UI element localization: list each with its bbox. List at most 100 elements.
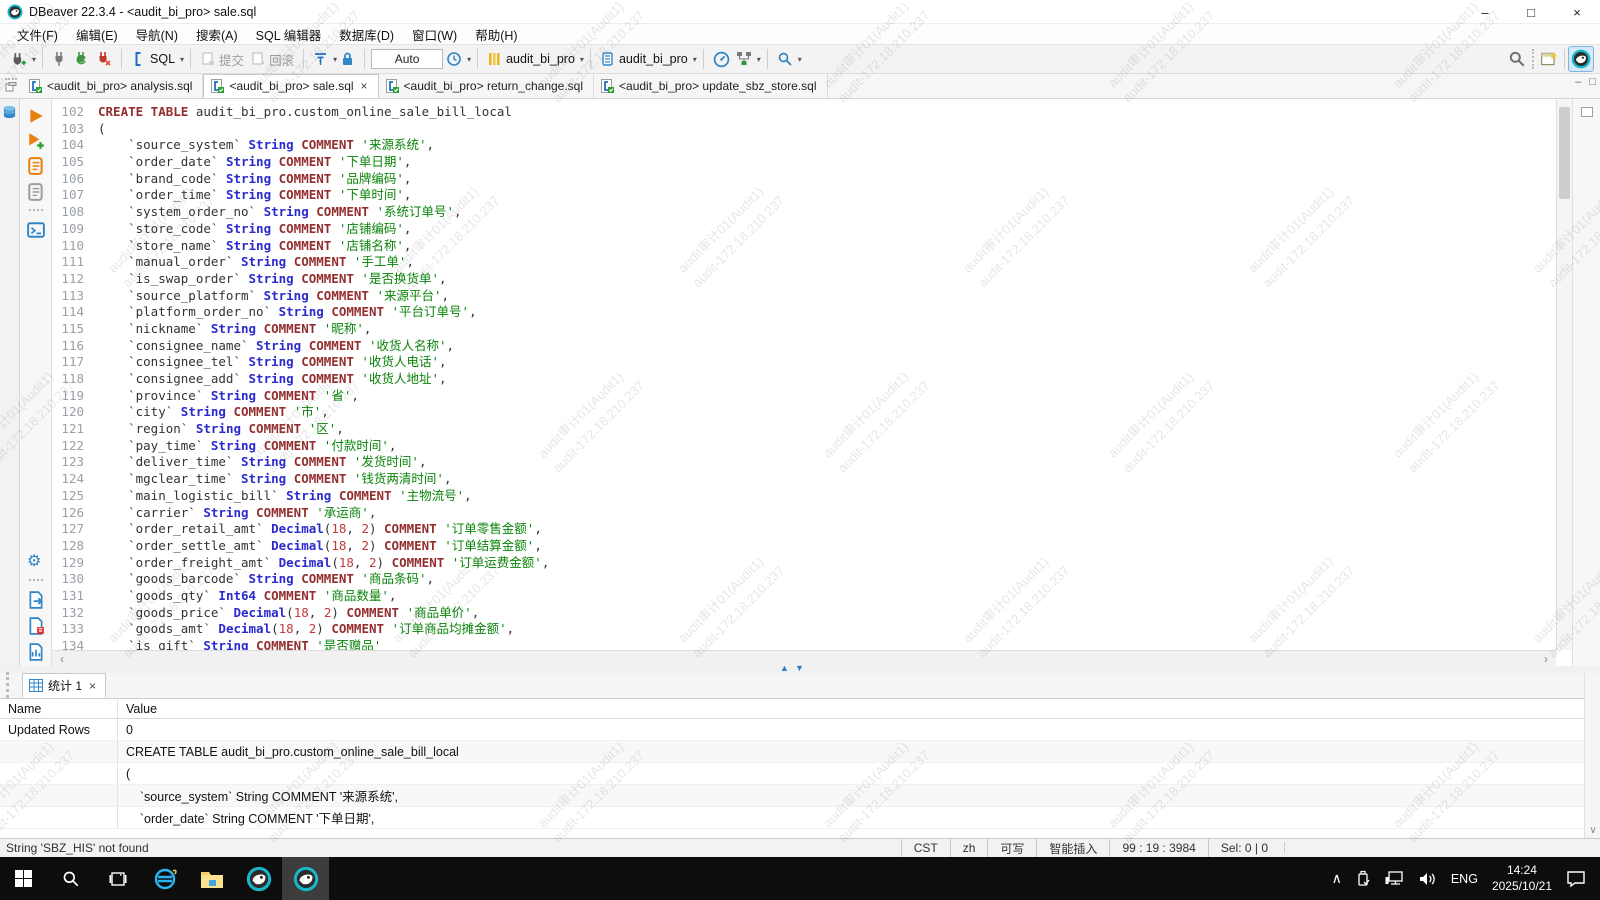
taskbar-clock[interactable]: 14:24 2025/10/21 <box>1492 863 1552 894</box>
connect-button[interactable] <box>49 47 71 71</box>
language-indicator[interactable]: ENG <box>1451 872 1478 886</box>
txn-history-button[interactable] <box>443 47 465 71</box>
schema-selector[interactable]: audit_bi_pro <box>597 47 691 71</box>
results-vertical-scrollbar[interactable]: ∨ <box>1584 673 1600 838</box>
start-button[interactable] <box>0 857 47 900</box>
table-row[interactable]: Updated Rows0 <box>0 719 1584 741</box>
close-icon[interactable]: × <box>361 79 368 93</box>
usb-device-icon[interactable] <box>1356 870 1371 888</box>
table-row[interactable]: CREATE TABLE audit_bi_pro.custom_online_… <box>0 741 1584 763</box>
task-view-button[interactable] <box>94 857 141 900</box>
scrollbar-thumb[interactable] <box>1559 107 1570 199</box>
status-drag-handle[interactable] <box>1284 843 1310 854</box>
execute-new-tab-icon[interactable] <box>27 132 45 150</box>
transaction-log-button[interactable] <box>310 47 331 71</box>
sql-console-icon[interactable] <box>27 221 45 239</box>
menu-item[interactable]: 编辑(E) <box>67 23 127 46</box>
new-connection-button[interactable] <box>7 47 30 71</box>
database-navigator-icon[interactable] <box>2 105 17 120</box>
sql-editor-button[interactable]: SQL <box>128 47 178 71</box>
chevron-down-icon[interactable]: ▾ <box>693 55 697 64</box>
editor-tab[interactable]: <audit_bi_pro> update_sbz_store.sql <box>594 74 827 98</box>
maximize-button[interactable]: □ <box>1508 0 1554 24</box>
editor-tab[interactable]: <audit_bi_pro> return_change.sql <box>379 74 594 98</box>
chevron-down-icon[interactable]: ▾ <box>580 55 584 64</box>
minimize-button[interactable]: – <box>1462 0 1508 24</box>
dbeaver-perspective-button[interactable] <box>1568 46 1594 72</box>
export-result-icon[interactable] <box>27 591 45 609</box>
menu-item[interactable]: 搜索(A) <box>187 23 247 46</box>
volume-icon[interactable] <box>1419 871 1437 887</box>
output-log-icon[interactable] <box>27 643 45 661</box>
editor-vertical-scrollbar[interactable] <box>1556 99 1572 650</box>
table-row[interactable]: `source_system` String COMMENT '来源系统', <box>0 785 1584 807</box>
column-header-name[interactable]: Name <box>0 699 118 718</box>
chevron-down-icon[interactable]: ▾ <box>467 55 471 64</box>
network-icon[interactable] <box>1385 871 1405 887</box>
close-button[interactable]: × <box>1554 0 1600 24</box>
status-cell[interactable]: 99 : 19 : 3984 <box>1109 839 1207 857</box>
table-row[interactable]: ( <box>0 763 1584 785</box>
menu-item[interactable]: SQL 编辑器 <box>247 23 331 46</box>
chevron-down-icon[interactable]: ▾ <box>180 55 184 64</box>
taskbar-search-button[interactable] <box>47 857 94 900</box>
status-cell[interactable]: Sel: 0 | 0 <box>1208 839 1280 857</box>
commit-button[interactable]: 提交 <box>197 47 247 71</box>
restore-panel-icon[interactable] <box>1581 107 1593 117</box>
notification-center-icon[interactable] <box>1566 870 1586 888</box>
code-line: 104 `source_system` String COMMENT '来源系统… <box>52 137 1556 154</box>
scroll-left-icon[interactable]: ‹ <box>54 651 70 666</box>
results-drag-handle[interactable] <box>6 672 20 698</box>
splitter-down-icon[interactable]: ▼ <box>795 663 804 673</box>
search-toolbar-button[interactable] <box>1505 47 1529 71</box>
minimize-view-icon[interactable]: – <box>1575 76 1581 88</box>
save-file-icon[interactable] <box>27 617 45 635</box>
menu-item[interactable]: 数据库(D) <box>330 23 403 46</box>
tab-bar-handle[interactable] <box>0 73 22 98</box>
editor-horizontal-scrollbar[interactable]: ‹ › <box>52 650 1556 666</box>
editor-tab[interactable]: <audit_bi_pro> sale.sql× <box>203 74 378 98</box>
autocommit-lock-button[interactable] <box>337 47 358 71</box>
menu-item[interactable]: 文件(F) <box>8 23 67 46</box>
status-cell[interactable]: CST <box>901 839 950 857</box>
editor-tab[interactable]: <audit_bi_pro> analysis.sql <box>22 74 203 98</box>
chevron-down-icon[interactable]: ▾ <box>32 55 36 64</box>
tray-chevron-icon[interactable]: ∧ <box>1332 870 1342 887</box>
chevron-down-icon[interactable]: ▾ <box>757 55 761 64</box>
reconnect-button[interactable] <box>71 47 93 71</box>
file-explorer-button[interactable] <box>188 857 235 900</box>
rollback-button[interactable]: 回滚 <box>247 47 297 71</box>
commit-mode-select[interactable]: Auto <box>371 49 443 69</box>
tab-statistics[interactable]: 统计 1 × <box>22 673 106 698</box>
status-cell[interactable]: 智能插入 <box>1036 839 1109 857</box>
settings-gear-icon[interactable]: ⚙ <box>27 551 45 569</box>
menu-item[interactable]: 帮助(H) <box>466 23 526 46</box>
chevron-down-icon[interactable]: ▾ <box>798 55 802 64</box>
menu-item[interactable]: 导航(N) <box>127 23 187 46</box>
connection-selector[interactable]: audit_bi_pro <box>484 47 578 71</box>
line-number: 106 <box>52 171 98 188</box>
quick-search-button[interactable] <box>774 47 796 71</box>
internet-explorer-button[interactable] <box>141 857 188 900</box>
code-editor[interactable]: 102CREATE TABLE audit_bi_pro.custom_onli… <box>52 99 1556 650</box>
table-row[interactable]: `order_date` String COMMENT '下单日期', <box>0 807 1584 829</box>
explain-plan-icon[interactable] <box>27 183 45 201</box>
dashboard-button[interactable] <box>710 47 733 71</box>
dbeaver-taskbar-button[interactable] <box>235 857 282 900</box>
panel-splitter[interactable]: ▲ ▼ <box>0 666 1600 673</box>
status-cell[interactable]: zh <box>950 839 988 857</box>
status-cell[interactable]: 可写 <box>987 839 1036 857</box>
close-icon[interactable]: × <box>89 679 96 693</box>
disconnect-button[interactable] <box>93 47 115 71</box>
column-header-value[interactable]: Value <box>118 699 157 718</box>
scroll-down-icon[interactable]: ∨ <box>1585 825 1600 836</box>
dbeaver-taskbar-button-active[interactable] <box>282 857 329 900</box>
execute-script-icon[interactable] <box>27 157 45 175</box>
execute-statement-icon[interactable] <box>27 107 45 125</box>
scroll-right-icon[interactable]: › <box>1538 651 1554 666</box>
open-perspective-button[interactable] <box>1537 47 1561 71</box>
maximize-view-icon[interactable]: □ <box>1589 76 1596 88</box>
network-button[interactable] <box>733 47 755 71</box>
splitter-up-icon[interactable]: ▲ <box>780 663 789 673</box>
menu-item[interactable]: 窗口(W) <box>403 23 466 46</box>
